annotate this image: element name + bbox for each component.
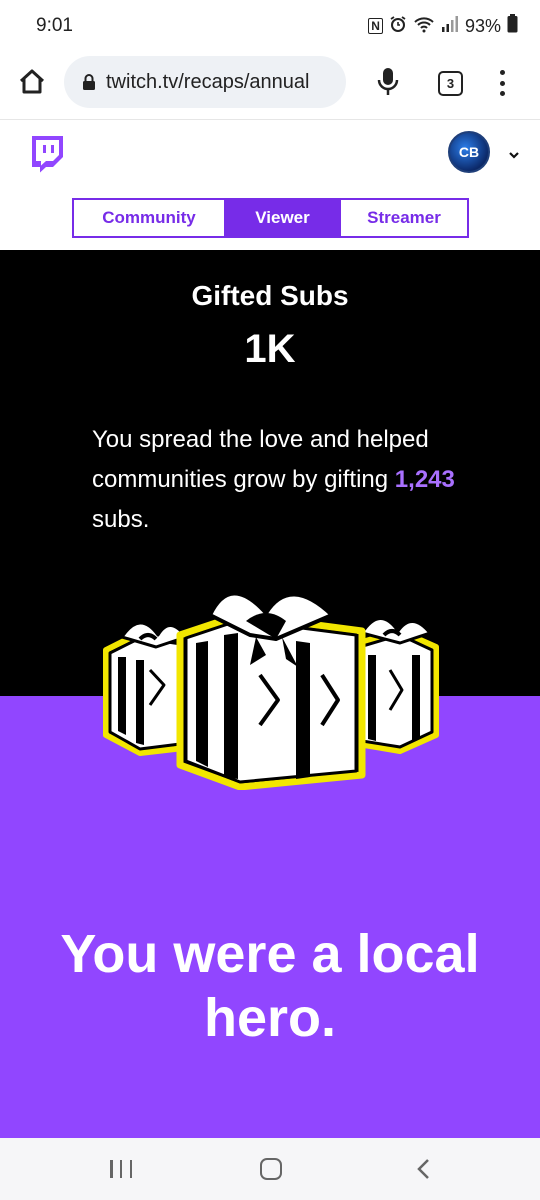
battery-level: 93% — [464, 15, 501, 36]
battery-icon — [507, 14, 518, 38]
wifi-icon — [413, 15, 435, 38]
recents-icon[interactable] — [110, 1160, 132, 1178]
more-vert-icon[interactable] — [494, 68, 510, 98]
tab-streamer[interactable]: Streamer — [339, 200, 467, 236]
system-nav-bar — [0, 1138, 540, 1200]
recap-value: 1K — [244, 327, 296, 371]
recap-description-end: subs. — [92, 506, 150, 533]
home-icon[interactable] — [16, 66, 48, 98]
alarm-icon — [389, 15, 407, 38]
lock-icon — [82, 74, 96, 90]
recap-description: You spread the love and helped communiti… — [92, 420, 472, 540]
gift-boxes-illustration — [100, 575, 445, 791]
site-header: CB Community Viewer Streamer — [0, 121, 540, 250]
chevron-down-icon[interactable] — [508, 147, 520, 159]
tab-community[interactable]: Community — [74, 200, 224, 236]
status-time: 9:01 — [36, 15, 73, 36]
hero-line-2: hero. — [203, 988, 337, 1048]
mic-icon[interactable] — [374, 66, 402, 98]
tab-viewer[interactable]: Viewer — [224, 200, 339, 236]
twitch-logo-icon[interactable] — [28, 135, 64, 173]
signal-icon — [441, 15, 459, 38]
home-nav-icon[interactable] — [260, 1158, 282, 1180]
recap-title: Gifted Subs — [191, 280, 349, 311]
url-text: twitch.tv/recaps/annual — [106, 70, 310, 93]
hero-statement: You were a local hero. — [20, 922, 520, 1050]
hero-line-1: You were a local — [60, 924, 480, 984]
back-icon[interactable] — [414, 1158, 434, 1180]
address-bar[interactable]: twitch.tv/recaps/annual — [64, 56, 346, 108]
tabs-icon[interactable]: 3 — [438, 71, 463, 96]
status-icons: N 93% — [368, 14, 518, 38]
browser-toolbar: twitch.tv/recaps/annual 3 — [0, 52, 540, 120]
recap-highlight-count: 1,243 — [394, 466, 455, 493]
nfc-icon: N — [368, 18, 383, 34]
avatar[interactable]: CB — [448, 131, 490, 173]
recap-tabs: Community Viewer Streamer — [72, 198, 469, 238]
status-bar: 9:01 N 93% — [0, 0, 540, 52]
recap-description-text: You spread the love and helped communiti… — [92, 426, 429, 493]
